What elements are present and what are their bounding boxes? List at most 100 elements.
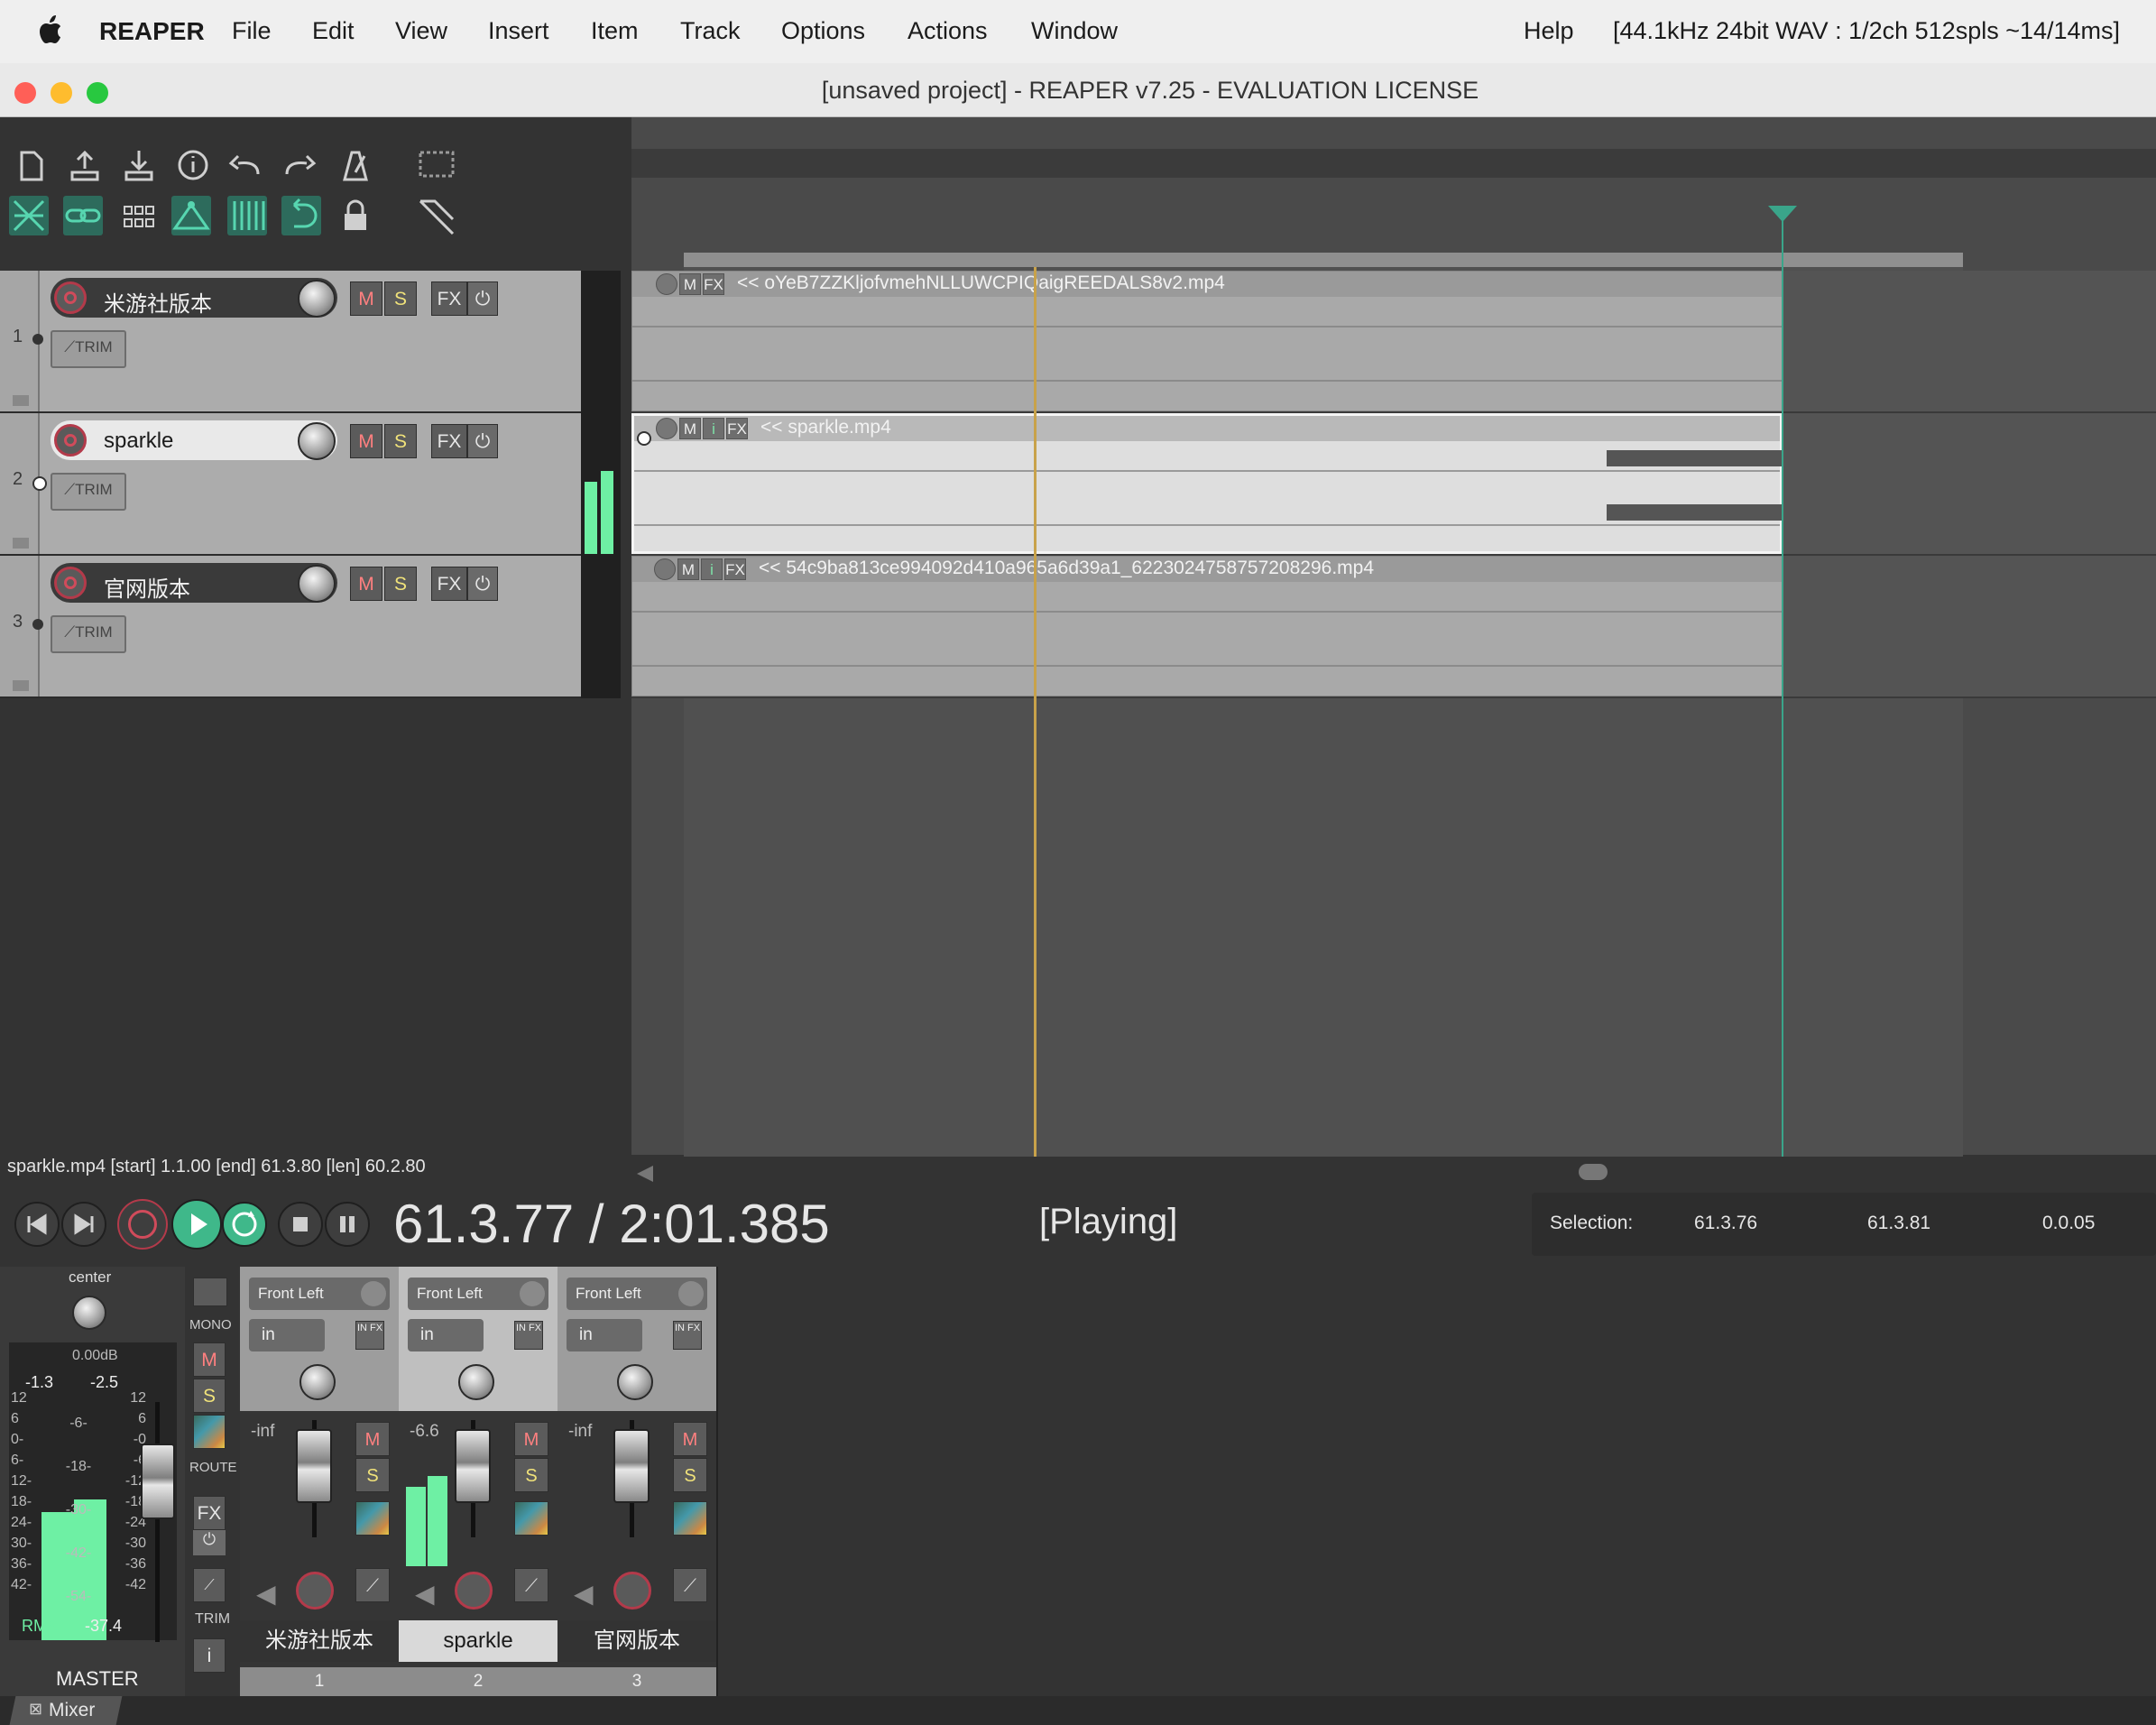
solo-button[interactable]: S: [384, 281, 417, 316]
master-mute-button[interactable]: M: [193, 1342, 226, 1377]
strip-name[interactable]: 官网版本: [557, 1620, 716, 1662]
input-monitor-select[interactable]: in: [249, 1319, 325, 1351]
menu-window[interactable]: Window: [1031, 17, 1118, 45]
scroll-thumb[interactable]: [1579, 1164, 1608, 1180]
envelope-icon[interactable]: ⟋: [514, 1568, 548, 1602]
speaker-icon[interactable]: ◀: [574, 1579, 594, 1609]
fx-bypass-icon[interactable]: ⏻: [467, 281, 498, 316]
audio-status[interactable]: [44.1kHz 24bit WAV : 1/2ch 512spls ~14/1…: [1613, 17, 2120, 45]
timeline-ruler[interactable]: [631, 149, 2156, 178]
record-arm-button[interactable]: [455, 1572, 493, 1610]
mixer-strip-3[interactable]: Front Left in IN FX -inf M S ◀ ⟋ 官网版本 3: [557, 1267, 718, 1696]
project-settings-icon[interactable]: [173, 145, 213, 185]
item-lock-icon[interactable]: [656, 273, 677, 295]
menu-edit[interactable]: Edit: [312, 17, 355, 45]
master-pan-knob[interactable]: [72, 1296, 106, 1330]
volume-fader[interactable]: [613, 1429, 650, 1503]
menu-actions[interactable]: Actions: [908, 17, 988, 45]
envelope-points-icon[interactable]: [171, 196, 211, 235]
solo-button[interactable]: S: [384, 424, 417, 458]
save-project-icon[interactable]: [119, 145, 159, 185]
selection-start[interactable]: 61.3.76: [1694, 1213, 1757, 1234]
undo-icon[interactable]: [226, 145, 265, 185]
item-fx-button[interactable]: FX: [724, 558, 746, 580]
track-name[interactable]: 米游社版本: [104, 286, 212, 318]
item-mute-button[interactable]: M: [679, 418, 701, 439]
pause-icon[interactable]: [325, 1202, 370, 1247]
track-3[interactable]: 3 官网版本 M S FX ⏻ ⟋TRIM: [0, 556, 621, 698]
master-solo-button[interactable]: S: [193, 1379, 226, 1413]
repeat-icon[interactable]: [222, 1202, 267, 1247]
fx-bypass-icon[interactable]: ⏻: [467, 567, 498, 601]
go-to-end-icon[interactable]: [61, 1202, 106, 1247]
input-fx-button[interactable]: IN FX: [355, 1321, 384, 1350]
record-arm-button[interactable]: [54, 424, 87, 457]
mixer-tab[interactable]: Mixer: [9, 1696, 123, 1725]
ripple-editing-icon[interactable]: [9, 196, 49, 235]
master-info-button[interactable]: i: [193, 1638, 226, 1673]
new-project-icon[interactable]: [11, 145, 51, 185]
menu-view[interactable]: View: [395, 17, 447, 45]
item-mute-button[interactable]: M: [679, 273, 701, 295]
track-2[interactable]: 2 sparkle M S FX ⏻ ⟋TRIM: [0, 413, 621, 556]
input-fx-button[interactable]: IN FX: [673, 1321, 702, 1350]
loop-icon[interactable]: [281, 196, 321, 235]
strip-name[interactable]: 米游社版本: [240, 1620, 399, 1662]
media-item[interactable]: M i FX << 54c9ba813ce994092d410a965a6d39…: [631, 556, 1783, 696]
play-button[interactable]: [171, 1199, 222, 1250]
track-name-field[interactable]: [51, 563, 337, 603]
route-icon[interactable]: [673, 1501, 707, 1536]
menu-help[interactable]: Help: [1524, 17, 1574, 45]
volume-knob[interactable]: [298, 422, 336, 460]
menu-insert[interactable]: Insert: [488, 17, 549, 45]
apple-icon[interactable]: [36, 13, 67, 49]
route-icon[interactable]: [355, 1501, 390, 1536]
folder-icon[interactable]: [13, 680, 29, 691]
input-channel-select[interactable]: Front Left: [249, 1278, 390, 1310]
mute-button[interactable]: M: [355, 1422, 390, 1456]
record-arm-button[interactable]: [613, 1572, 651, 1610]
automation-trim-button[interactable]: ⟋TRIM: [51, 473, 126, 511]
stop-icon[interactable]: [278, 1202, 323, 1247]
envelope-icon[interactable]: ⟋: [673, 1568, 707, 1602]
mute-button[interactable]: M: [673, 1422, 707, 1456]
mute-button[interactable]: M: [350, 567, 382, 601]
folder-icon[interactable]: [13, 395, 29, 406]
route-icon[interactable]: [514, 1501, 548, 1536]
track-select-dot[interactable]: [32, 476, 47, 491]
record-arm-button[interactable]: [54, 567, 87, 599]
pan-knob[interactable]: [458, 1364, 494, 1400]
media-item-selected[interactable]: M i FX << sparkle.mp4: [631, 413, 1785, 554]
mute-button[interactable]: M: [514, 1422, 548, 1456]
master-route-icon[interactable]: [193, 1415, 226, 1449]
speaker-icon[interactable]: ◀: [415, 1579, 435, 1609]
item-mute-button[interactable]: M: [677, 558, 699, 580]
master-fader[interactable]: [141, 1444, 175, 1519]
pan-knob[interactable]: [299, 1364, 336, 1400]
media-item[interactable]: M FX << oYeB7ZZKljofvmehNLLUWCPIQaigREED…: [631, 271, 1783, 411]
mixer-strip-2[interactable]: Front Left in IN FX -6.6 M S ◀ ⟋ sparkle…: [399, 1267, 559, 1696]
grid-dotted-icon[interactable]: [417, 145, 456, 185]
master-fx-bypass-icon[interactable]: ⏻: [193, 1530, 226, 1555]
open-project-icon[interactable]: [65, 145, 105, 185]
item-fx-button[interactable]: FX: [726, 418, 748, 439]
track-name[interactable]: 官网版本: [104, 571, 190, 603]
snap-grid-icon[interactable]: [119, 196, 159, 235]
pan-knob[interactable]: [617, 1364, 653, 1400]
folder-icon[interactable]: [13, 538, 29, 549]
item-info-button[interactable]: i: [701, 558, 723, 580]
fx-button[interactable]: FX: [431, 424, 467, 458]
menu-track[interactable]: Track: [680, 17, 741, 45]
fade-handle[interactable]: [637, 431, 651, 446]
app-menu[interactable]: REAPER: [99, 17, 205, 46]
master-envelope-icon[interactable]: ⟋: [193, 1568, 226, 1602]
solo-button[interactable]: S: [355, 1458, 390, 1492]
speaker-icon[interactable]: ◀: [256, 1579, 276, 1609]
record-arm-button[interactable]: [54, 281, 87, 314]
volume-knob[interactable]: [298, 280, 336, 318]
time-display[interactable]: 61.3.77 / 2:01.385: [393, 1193, 830, 1255]
grid-lines-icon[interactable]: [227, 196, 267, 235]
item-lock-icon[interactable]: [654, 558, 676, 580]
input-channel-select[interactable]: Front Left: [408, 1278, 548, 1310]
playhead[interactable]: [1034, 267, 1037, 1157]
